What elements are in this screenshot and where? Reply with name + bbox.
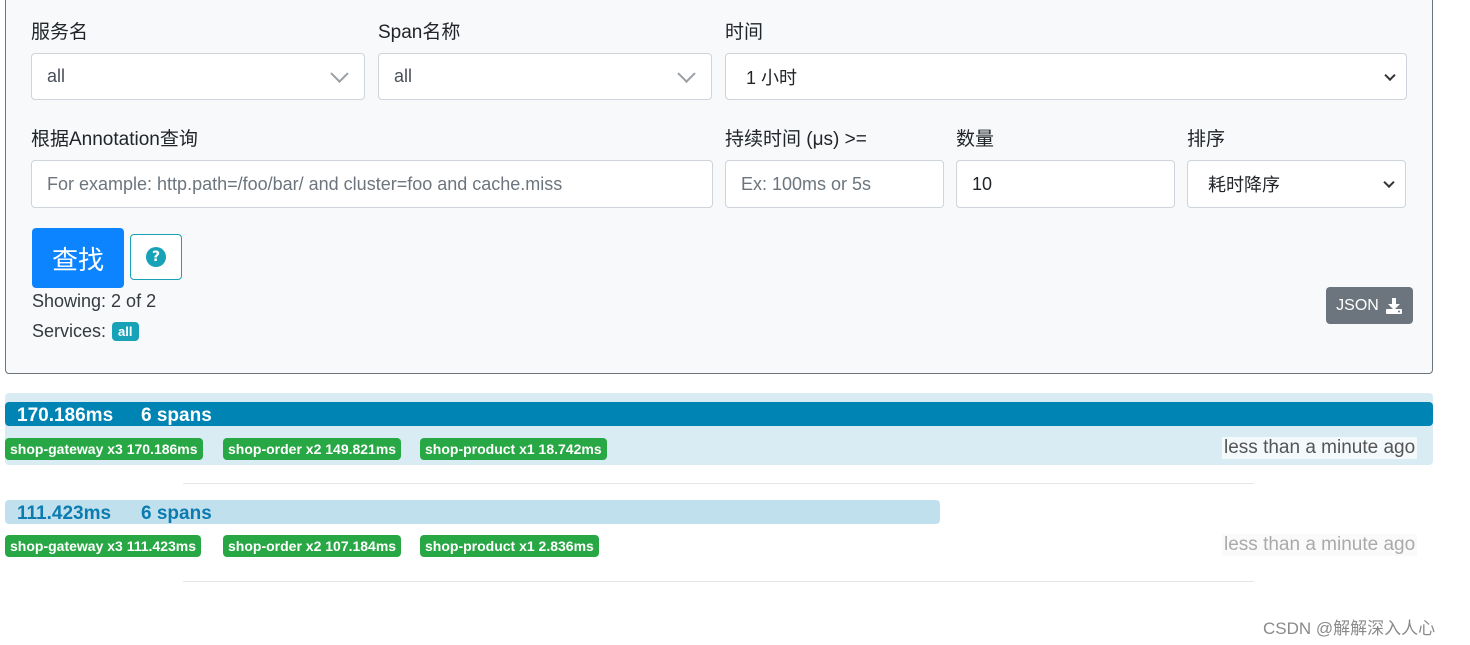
duration-input[interactable]: Ex: 100ms or 5s	[725, 160, 944, 208]
sort-value: 耗时降序	[1208, 175, 1280, 195]
limit-label: 数量	[956, 129, 995, 150]
search-button[interactable]: 查找	[32, 228, 124, 288]
chevron-down-icon	[330, 64, 349, 83]
trace-timestamp: less than a minute ago	[1222, 437, 1418, 459]
services-label: Services:	[32, 321, 107, 341]
span-name-value: all	[394, 66, 413, 86]
row-divider	[183, 483, 1254, 484]
annotation-query-input[interactable]: For example: http.path=/foo/bar/ and clu…	[31, 160, 713, 208]
span-name-select[interactable]: all	[378, 53, 712, 100]
service-name-select[interactable]: all	[31, 53, 365, 100]
trace-span-count: 6 spans	[141, 503, 212, 524]
chevron-down-icon	[1384, 69, 1396, 81]
service-tag: shop-gateway x3 170.186ms	[5, 438, 203, 460]
json-button-label: JSON	[1336, 296, 1379, 314]
service-tag: shop-product x1 2.836ms	[420, 535, 599, 557]
chevron-down-icon	[1383, 176, 1395, 189]
row-divider	[183, 581, 1254, 582]
json-download-button[interactable]: JSON	[1326, 287, 1413, 324]
download-icon	[1385, 297, 1403, 315]
showing-count: Showing: 2 of 2	[32, 291, 157, 311]
sort-label: 排序	[1187, 129, 1226, 150]
span-name-label: Span名称	[378, 22, 461, 43]
duration-placeholder: Ex: 100ms or 5s	[741, 173, 872, 194]
trace-duration: 111.423ms	[17, 503, 112, 524]
services-badge: all	[112, 322, 139, 341]
services-row: Services: all	[32, 321, 139, 342]
service-name-label: 服务名	[31, 22, 89, 43]
time-value: 1 小时	[746, 67, 798, 88]
trace-span-count: 6 spans	[141, 405, 212, 426]
duration-label: 持续时间 (μs) >=	[725, 129, 867, 150]
trace-timestamp: less than a minute ago	[1222, 534, 1418, 556]
help-button[interactable]: ?	[130, 234, 182, 280]
chevron-down-icon	[677, 64, 696, 83]
time-select[interactable]: 1 小时	[725, 53, 1407, 100]
sort-select[interactable]: 耗时降序	[1187, 160, 1406, 208]
search-panel: 服务名 all Span名称 all 时间 1 小时 根据Annotation查…	[5, 0, 1433, 374]
limit-input[interactable]: 10	[956, 160, 1175, 208]
trace-duration-bar[interactable]	[5, 402, 1433, 426]
time-label: 时间	[725, 22, 764, 43]
service-tag: shop-order x2 107.184ms	[223, 535, 402, 557]
service-tag: shop-product x1 18.742ms	[420, 438, 607, 460]
service-tag: shop-order x2 149.821ms	[223, 438, 402, 460]
service-tag: shop-gateway x3 111.423ms	[5, 535, 201, 557]
annotation-label: 根据Annotation查询	[31, 129, 198, 150]
trace-duration: 170.186ms	[17, 405, 114, 426]
service-name-value: all	[47, 66, 66, 86]
question-circle-icon: ?	[146, 247, 166, 267]
limit-value: 10	[972, 173, 993, 194]
annotation-placeholder: For example: http.path=/foo/bar/ and clu…	[47, 173, 563, 194]
watermark: CSDN @解解深入人心	[1263, 619, 1436, 638]
